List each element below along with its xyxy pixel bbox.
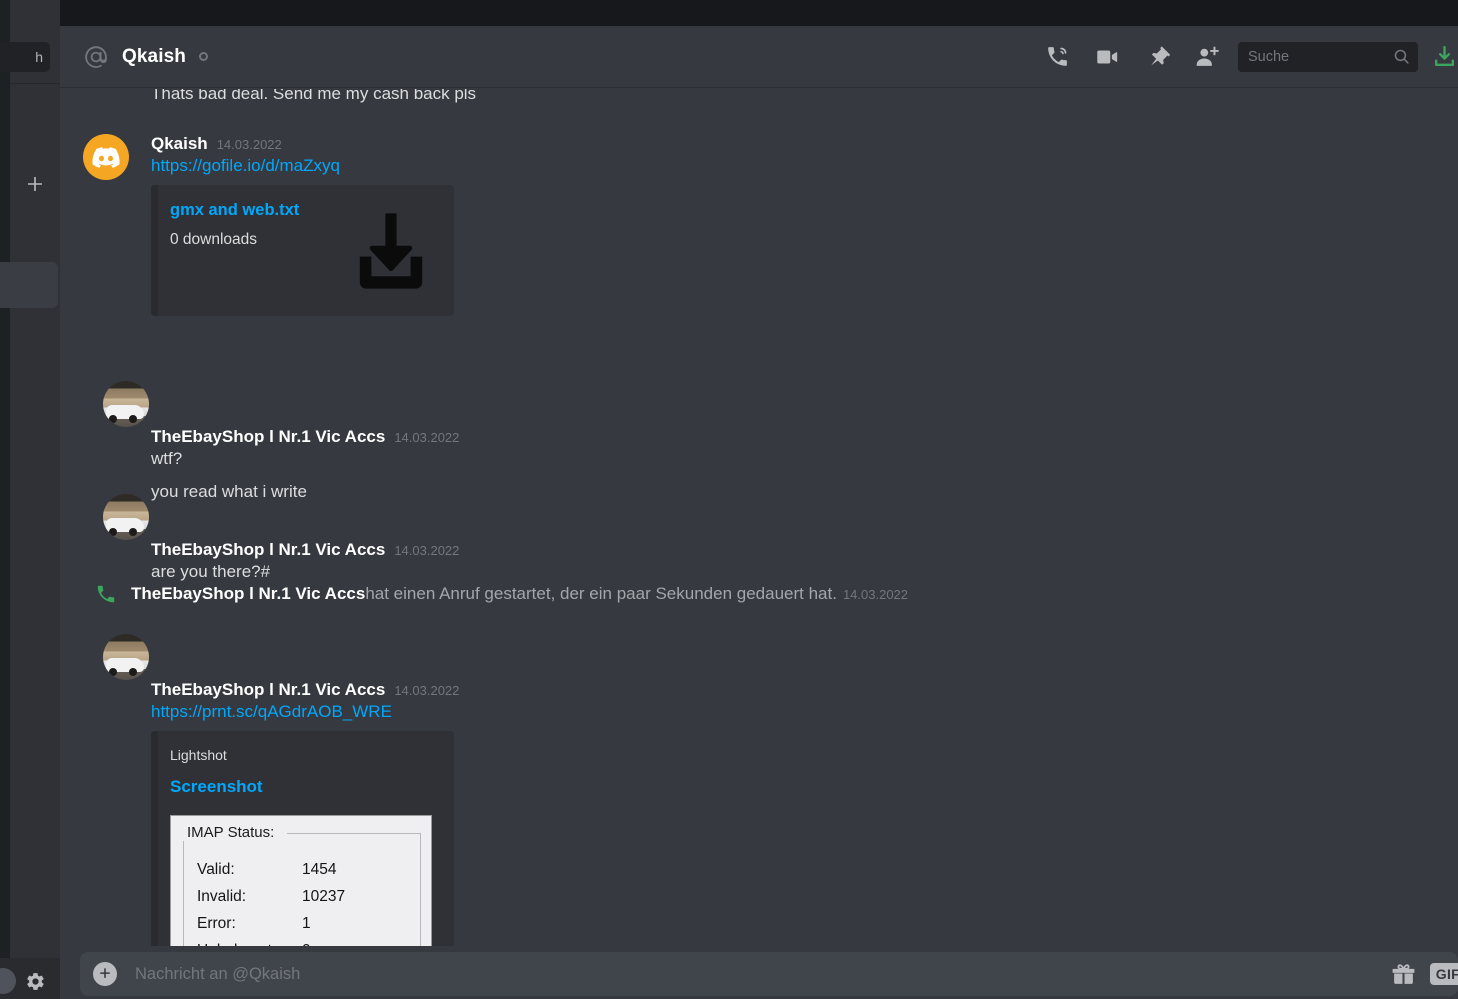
- channel-header: Qkaish Suche: [60, 26, 1458, 88]
- guilds-sidebar-strip[interactable]: [0, 0, 10, 999]
- row-label: Error:: [197, 915, 236, 932]
- row-value: 1: [302, 915, 311, 932]
- row-label: Valid:: [197, 861, 235, 878]
- row-label: Invalid:: [197, 888, 247, 905]
- embed-accent-bar: [151, 185, 158, 316]
- row-value: 1454: [302, 861, 337, 878]
- phone-icon: [83, 583, 129, 605]
- call-notification: TheEbayShop l Nr.1 Vic Accshat einen Anr…: [60, 583, 1458, 605]
- message-text: wtf?: [151, 449, 183, 468]
- user-settings-button[interactable]: [22, 968, 48, 994]
- search-placeholder: Suche: [1248, 48, 1290, 65]
- table-row: Error: 1: [197, 915, 345, 933]
- message-group: Qkaish 14.03.2022 https://gofile.io/d/ma…: [60, 134, 1458, 316]
- message-header: Qkaish 14.03.2022: [80, 134, 1458, 154]
- download-icon: [359, 213, 423, 289]
- inbox-download-icon: [1434, 45, 1455, 67]
- message-list[interactable]: Thats bad deal. Send me my cash back pls…: [60, 89, 1458, 946]
- avatar[interactable]: [83, 134, 129, 180]
- message-composer: Nachricht an @Qkaish GIF: [60, 946, 1458, 999]
- message-link[interactable]: https://gofile.io/d/maZxyq: [80, 154, 1458, 177]
- status-badge: [198, 52, 208, 61]
- start-video-call-button[interactable]: [1088, 37, 1126, 77]
- plus-icon: [28, 177, 42, 191]
- message-timestamp: 14.03.2022: [216, 137, 282, 152]
- embed-download-count: 0 downloads: [170, 231, 258, 248]
- plus-circle-icon: [100, 968, 110, 978]
- avatar[interactable]: [103, 494, 149, 540]
- gift-icon: [1392, 963, 1415, 984]
- embed-title[interactable]: Screenshot: [170, 777, 438, 797]
- send-gift-button[interactable]: [1391, 962, 1416, 987]
- message-group: TheEbayShop l Nr.1 Vic Accs 14.03.2022 w…: [60, 381, 1458, 503]
- discord-window: h Qkaish Suche Thats bad deal. Send me m…: [0, 0, 1458, 999]
- message-author[interactable]: Qkaish: [151, 134, 208, 154]
- dm-search-input[interactable]: h: [0, 42, 50, 72]
- search-input[interactable]: Suche: [1238, 41, 1418, 72]
- video-camera-icon: [1097, 50, 1118, 63]
- message-timestamp: 14.03.2022: [394, 430, 460, 445]
- gear-icon: [26, 972, 44, 990]
- sidebar-divider: [10, 83, 60, 84]
- composer-actions: GIF: [1391, 962, 1458, 987]
- download-button[interactable]: [340, 203, 442, 304]
- message-author[interactable]: TheEbayShop l Nr.1 Vic Accs: [151, 540, 385, 560]
- page-title: Qkaish: [122, 45, 186, 67]
- add-friends-to-dm-button[interactable]: [1188, 37, 1226, 77]
- dm-list-item-active[interactable]: [0, 262, 58, 308]
- lightshot-embed[interactable]: Lightshot Screenshot IMAP Status: Valid:…: [151, 731, 454, 946]
- create-dm-button[interactable]: [10, 168, 60, 200]
- dm-list-sidebar[interactable]: [10, 0, 60, 999]
- message-input-container[interactable]: Nachricht an @Qkaish GIF: [80, 952, 1458, 996]
- message-input[interactable]: Nachricht an @Qkaish: [135, 965, 1391, 984]
- avatar[interactable]: [103, 381, 149, 427]
- pin-icon: [1150, 46, 1170, 66]
- groupbox-top-right-edge: [287, 833, 421, 834]
- inbox-button[interactable]: [1432, 37, 1458, 77]
- message-timestamp: 14.03.2022: [394, 543, 460, 558]
- message-group: TheEbayShop l Nr.1 Vic Accs 14.03.2022 a…: [60, 494, 1458, 583]
- message-author[interactable]: TheEbayShop l Nr.1 Vic Accs: [151, 680, 385, 700]
- phone-call-icon: [1047, 47, 1067, 66]
- call-author: TheEbayShop l Nr.1 Vic Accs: [131, 584, 366, 603]
- groupbox-legend: IMAP Status:: [183, 824, 280, 841]
- person-add-icon: [1196, 46, 1219, 66]
- message-group: TheEbayShop l Nr.1 Vic Accs 14.03.2022 h…: [60, 634, 1458, 946]
- at-icon: [83, 44, 109, 70]
- pinned-messages-button[interactable]: [1138, 37, 1176, 77]
- row-value: 10237: [302, 888, 346, 905]
- message-timestamp: 14.03.2022: [394, 683, 460, 698]
- file-embed[interactable]: gmx and web.txt 0 downloads: [151, 185, 454, 316]
- call-timestamp: 14.03.2022: [842, 587, 909, 602]
- message-header: TheEbayShop l Nr.1 Vic Accs 14.03.2022: [80, 680, 1458, 700]
- gif-picker-button[interactable]: GIF: [1429, 963, 1458, 985]
- message-text-truncated: Thats bad deal. Send me my cash back pls: [151, 89, 477, 103]
- message-text: are you there?#: [151, 562, 271, 581]
- header-actions: Suche: [1038, 26, 1458, 87]
- call-notice-body: hat einen Anruf gestartet, der ein paar …: [365, 584, 837, 603]
- start-voice-call-button[interactable]: [1038, 37, 1076, 77]
- chat-area: Qkaish Suche Thats bad deal. Send me my …: [60, 26, 1458, 999]
- message-author[interactable]: TheEbayShop l Nr.1 Vic Accs: [151, 427, 385, 447]
- window-titlebar: [0, 0, 1458, 26]
- call-notification-text: TheEbayShop l Nr.1 Vic Accshat einen Anr…: [131, 584, 908, 604]
- embed-screenshot-image[interactable]: IMAP Status: Valid: 1454 Invalid: 10237: [170, 815, 432, 946]
- embed-filename[interactable]: gmx and web.txt: [170, 201, 299, 220]
- search-icon: [1393, 48, 1410, 65]
- message-header: TheEbayShop l Nr.1 Vic Accs 14.03.2022: [80, 427, 1458, 447]
- avatar[interactable]: [103, 634, 149, 680]
- embed-provider: Lightshot: [170, 747, 227, 763]
- table-row: Valid: 1454: [197, 861, 345, 879]
- embed-accent-bar: [151, 731, 158, 946]
- message-header: TheEbayShop l Nr.1 Vic Accs 14.03.2022: [80, 540, 1458, 560]
- upload-attachment-button[interactable]: [93, 962, 117, 986]
- discord-logo-avatar: [92, 146, 120, 168]
- imap-status-rows: Valid: 1454 Invalid: 10237 Error: 1: [197, 861, 345, 946]
- message-link[interactable]: https://prnt.sc/qAGdrAOB_WRE: [80, 700, 1458, 723]
- table-row: Invalid: 10237: [197, 888, 345, 906]
